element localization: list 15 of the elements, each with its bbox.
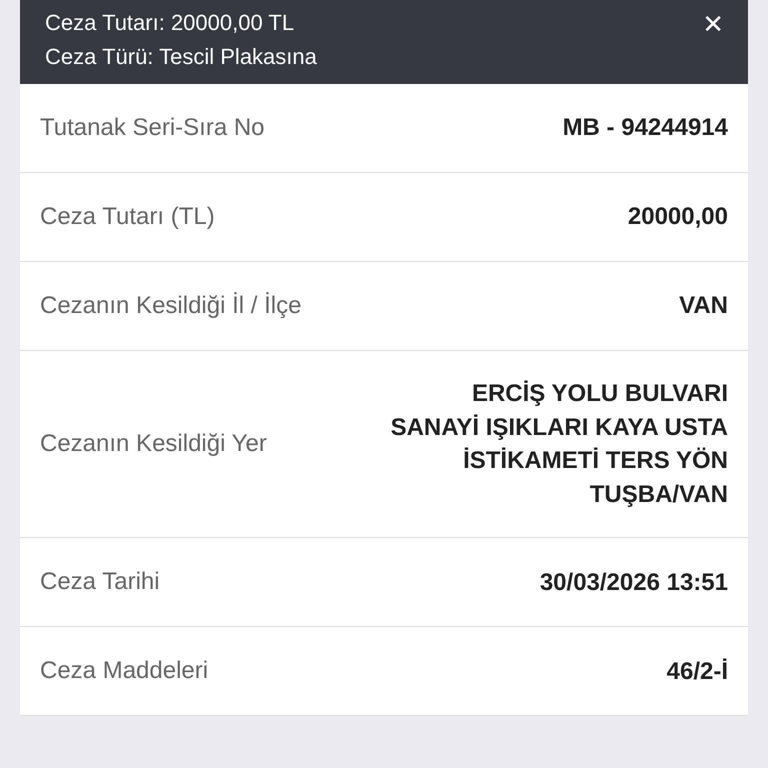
close-button[interactable]: ✕ — [698, 10, 728, 40]
field-value: 46/2-İ — [666, 656, 728, 687]
field-label: Ceza Maddeleri — [40, 657, 208, 686]
field-value: ERCİŞ YOLU BULVARI SANAYİ IŞIKLARI KAYA USTA İSTİKAMETİ TERS YÖN TUŞBA/VAN — [390, 379, 728, 510]
field-label: Ceza Tarihi — [40, 568, 160, 596]
field-value: 20000,00 — [628, 202, 728, 232]
field-value: 30/03/2026 13:51 — [540, 568, 728, 598]
modal-title: Ceza Tutarı: 20000,00 TL — [45, 10, 296, 36]
field-label: Tutanak Seri-Sıra No — [40, 114, 265, 142]
field-label: Cezanın Kesildiği Yer — [40, 430, 267, 458]
field-label: Ceza Tutarı (TL) — [40, 203, 215, 231]
field-label: Cezanın Kesildiği İl / İlçe — [40, 292, 302, 320]
modal-subtitle: Ceza Türü: Tescil Plakasına — [45, 44, 317, 70]
field-value: MB - 94244914 — [562, 113, 728, 144]
field-value: VAN — [679, 291, 728, 322]
